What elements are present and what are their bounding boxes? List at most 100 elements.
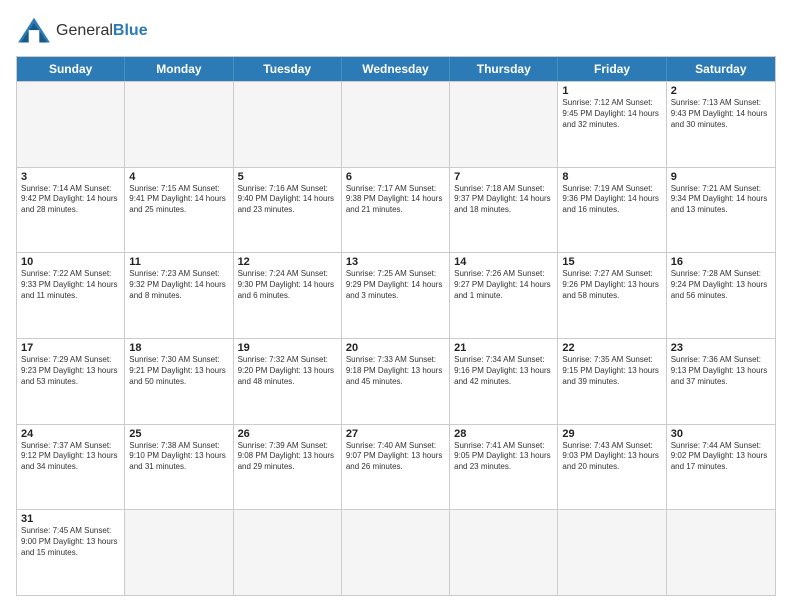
day-number: 14: [454, 256, 553, 268]
calendar-cell: [17, 82, 125, 167]
day-number: 19: [238, 342, 337, 354]
day-info: Sunrise: 7:40 AM Sunset: 9:07 PM Dayligh…: [346, 441, 445, 473]
calendar-cell: 18Sunrise: 7:30 AM Sunset: 9:21 PM Dayli…: [125, 339, 233, 424]
day-number: 15: [562, 256, 661, 268]
day-info: Sunrise: 7:23 AM Sunset: 9:32 PM Dayligh…: [129, 269, 228, 301]
day-number: 6: [346, 171, 445, 183]
calendar-cell: 6Sunrise: 7:17 AM Sunset: 9:38 PM Daylig…: [342, 168, 450, 253]
calendar-cell: 17Sunrise: 7:29 AM Sunset: 9:23 PM Dayli…: [17, 339, 125, 424]
calendar-cell: 15Sunrise: 7:27 AM Sunset: 9:26 PM Dayli…: [558, 253, 666, 338]
calendar-cell: 24Sunrise: 7:37 AM Sunset: 9:12 PM Dayli…: [17, 425, 125, 510]
day-info: Sunrise: 7:30 AM Sunset: 9:21 PM Dayligh…: [129, 355, 228, 387]
calendar-cell: 1Sunrise: 7:12 AM Sunset: 9:45 PM Daylig…: [558, 82, 666, 167]
calendar-cell: 29Sunrise: 7:43 AM Sunset: 9:03 PM Dayli…: [558, 425, 666, 510]
calendar-cell: [558, 510, 666, 595]
day-number: 8: [562, 171, 661, 183]
day-info: Sunrise: 7:13 AM Sunset: 9:43 PM Dayligh…: [671, 98, 771, 130]
calendar-week-6: 31Sunrise: 7:45 AM Sunset: 9:00 PM Dayli…: [17, 509, 775, 595]
day-info: Sunrise: 7:26 AM Sunset: 9:27 PM Dayligh…: [454, 269, 553, 301]
day-of-week-saturday: Saturday: [667, 57, 775, 81]
calendar-cell: 28Sunrise: 7:41 AM Sunset: 9:05 PM Dayli…: [450, 425, 558, 510]
day-of-week-wednesday: Wednesday: [342, 57, 450, 81]
calendar-cell: 25Sunrise: 7:38 AM Sunset: 9:10 PM Dayli…: [125, 425, 233, 510]
day-info: Sunrise: 7:33 AM Sunset: 9:18 PM Dayligh…: [346, 355, 445, 387]
calendar-cell: 2Sunrise: 7:13 AM Sunset: 9:43 PM Daylig…: [667, 82, 775, 167]
calendar-cell: 8Sunrise: 7:19 AM Sunset: 9:36 PM Daylig…: [558, 168, 666, 253]
day-info: Sunrise: 7:27 AM Sunset: 9:26 PM Dayligh…: [562, 269, 661, 301]
logo-text: GeneralBlue: [56, 21, 148, 40]
calendar-cell: 21Sunrise: 7:34 AM Sunset: 9:16 PM Dayli…: [450, 339, 558, 424]
day-number: 17: [21, 342, 120, 354]
logo-icon: [16, 16, 52, 46]
day-number: 30: [671, 428, 771, 440]
day-number: 16: [671, 256, 771, 268]
day-info: Sunrise: 7:21 AM Sunset: 9:34 PM Dayligh…: [671, 184, 771, 216]
day-info: Sunrise: 7:44 AM Sunset: 9:02 PM Dayligh…: [671, 441, 771, 473]
calendar-cell: [125, 510, 233, 595]
day-number: 7: [454, 171, 553, 183]
day-number: 13: [346, 256, 445, 268]
day-number: 21: [454, 342, 553, 354]
day-info: Sunrise: 7:18 AM Sunset: 9:37 PM Dayligh…: [454, 184, 553, 216]
calendar-cell: [450, 82, 558, 167]
calendar-cell: [342, 82, 450, 167]
calendar-cell: 3Sunrise: 7:14 AM Sunset: 9:42 PM Daylig…: [17, 168, 125, 253]
calendar-cell: 11Sunrise: 7:23 AM Sunset: 9:32 PM Dayli…: [125, 253, 233, 338]
day-info: Sunrise: 7:35 AM Sunset: 9:15 PM Dayligh…: [562, 355, 661, 387]
day-info: Sunrise: 7:32 AM Sunset: 9:20 PM Dayligh…: [238, 355, 337, 387]
day-number: 25: [129, 428, 228, 440]
page: GeneralBlue SundayMondayTuesdayWednesday…: [0, 0, 792, 612]
day-info: Sunrise: 7:45 AM Sunset: 9:00 PM Dayligh…: [21, 526, 120, 558]
calendar-cell: [450, 510, 558, 595]
day-number: 29: [562, 428, 661, 440]
day-number: 3: [21, 171, 120, 183]
calendar-week-1: 1Sunrise: 7:12 AM Sunset: 9:45 PM Daylig…: [17, 81, 775, 167]
day-number: 5: [238, 171, 337, 183]
calendar-cell: 22Sunrise: 7:35 AM Sunset: 9:15 PM Dayli…: [558, 339, 666, 424]
calendar-week-5: 24Sunrise: 7:37 AM Sunset: 9:12 PM Dayli…: [17, 424, 775, 510]
day-of-week-monday: Monday: [125, 57, 233, 81]
calendar: SundayMondayTuesdayWednesdayThursdayFrid…: [16, 56, 776, 596]
day-number: 4: [129, 171, 228, 183]
day-info: Sunrise: 7:12 AM Sunset: 9:45 PM Dayligh…: [562, 98, 661, 130]
day-info: Sunrise: 7:17 AM Sunset: 9:38 PM Dayligh…: [346, 184, 445, 216]
day-number: 9: [671, 171, 771, 183]
day-info: Sunrise: 7:36 AM Sunset: 9:13 PM Dayligh…: [671, 355, 771, 387]
calendar-week-3: 10Sunrise: 7:22 AM Sunset: 9:33 PM Dayli…: [17, 252, 775, 338]
day-of-week-thursday: Thursday: [450, 57, 558, 81]
header: GeneralBlue: [16, 16, 776, 46]
day-number: 23: [671, 342, 771, 354]
day-number: 12: [238, 256, 337, 268]
day-info: Sunrise: 7:24 AM Sunset: 9:30 PM Dayligh…: [238, 269, 337, 301]
day-number: 1: [562, 85, 661, 97]
day-number: 11: [129, 256, 228, 268]
day-number: 2: [671, 85, 771, 97]
calendar-week-2: 3Sunrise: 7:14 AM Sunset: 9:42 PM Daylig…: [17, 167, 775, 253]
calendar-cell: 26Sunrise: 7:39 AM Sunset: 9:08 PM Dayli…: [234, 425, 342, 510]
day-of-week-friday: Friday: [558, 57, 666, 81]
day-info: Sunrise: 7:38 AM Sunset: 9:10 PM Dayligh…: [129, 441, 228, 473]
logo: GeneralBlue: [16, 16, 148, 46]
day-info: Sunrise: 7:43 AM Sunset: 9:03 PM Dayligh…: [562, 441, 661, 473]
day-info: Sunrise: 7:19 AM Sunset: 9:36 PM Dayligh…: [562, 184, 661, 216]
calendar-cell: 9Sunrise: 7:21 AM Sunset: 9:34 PM Daylig…: [667, 168, 775, 253]
calendar-cell: 10Sunrise: 7:22 AM Sunset: 9:33 PM Dayli…: [17, 253, 125, 338]
calendar-cell: 13Sunrise: 7:25 AM Sunset: 9:29 PM Dayli…: [342, 253, 450, 338]
day-number: 20: [346, 342, 445, 354]
day-info: Sunrise: 7:39 AM Sunset: 9:08 PM Dayligh…: [238, 441, 337, 473]
calendar-cell: [342, 510, 450, 595]
day-info: Sunrise: 7:22 AM Sunset: 9:33 PM Dayligh…: [21, 269, 120, 301]
day-number: 26: [238, 428, 337, 440]
calendar-cell: [125, 82, 233, 167]
calendar-body: 1Sunrise: 7:12 AM Sunset: 9:45 PM Daylig…: [17, 81, 775, 595]
day-info: Sunrise: 7:25 AM Sunset: 9:29 PM Dayligh…: [346, 269, 445, 301]
day-info: Sunrise: 7:37 AM Sunset: 9:12 PM Dayligh…: [21, 441, 120, 473]
calendar-cell: [234, 510, 342, 595]
calendar-cell: 31Sunrise: 7:45 AM Sunset: 9:00 PM Dayli…: [17, 510, 125, 595]
day-of-week-tuesday: Tuesday: [234, 57, 342, 81]
calendar-cell: 30Sunrise: 7:44 AM Sunset: 9:02 PM Dayli…: [667, 425, 775, 510]
calendar-cell: 27Sunrise: 7:40 AM Sunset: 9:07 PM Dayli…: [342, 425, 450, 510]
calendar-cell: [234, 82, 342, 167]
calendar-cell: 12Sunrise: 7:24 AM Sunset: 9:30 PM Dayli…: [234, 253, 342, 338]
day-number: 22: [562, 342, 661, 354]
